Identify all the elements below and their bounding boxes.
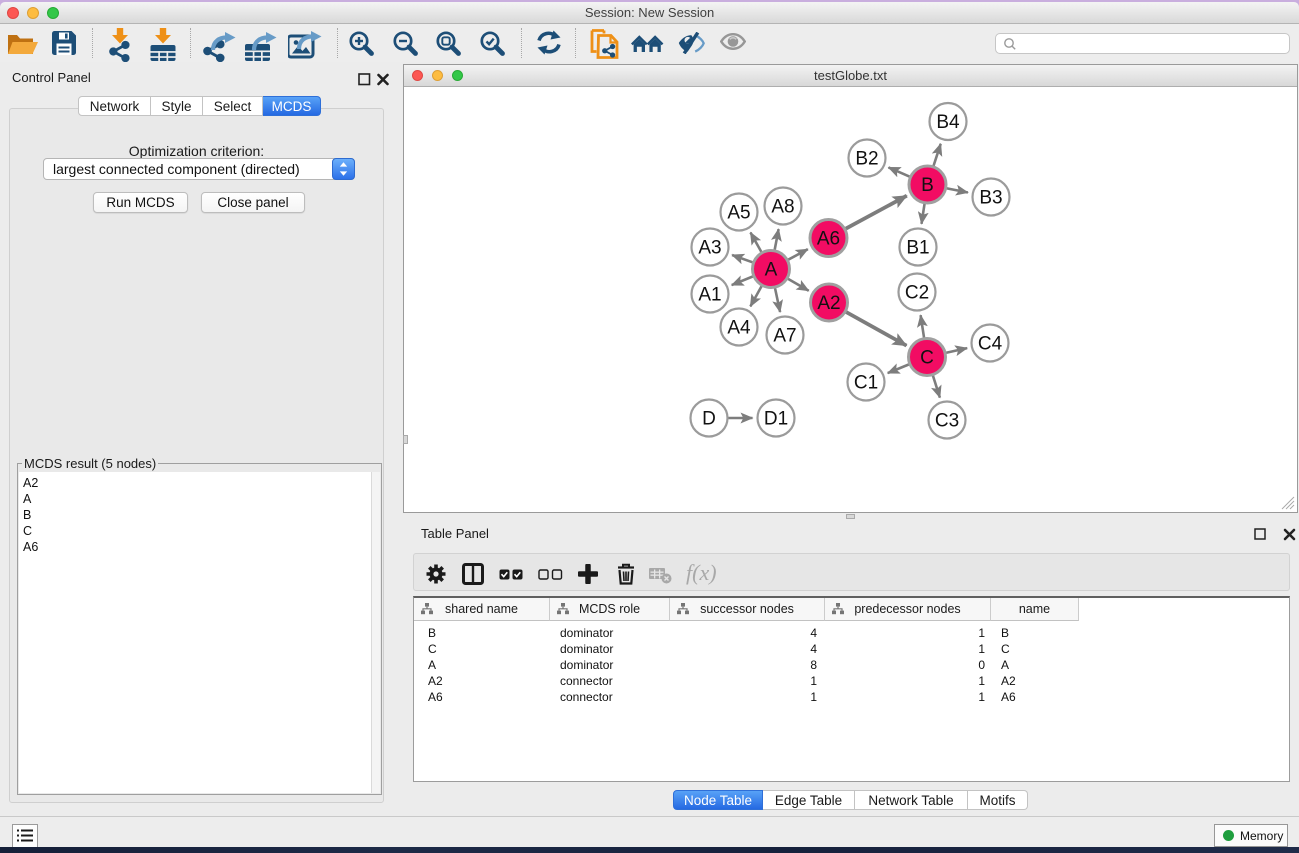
svg-text:A1: A1 [698, 285, 721, 306]
svg-text:B: B [921, 175, 934, 196]
svg-text:A5: A5 [727, 203, 750, 224]
svg-text:A4: A4 [727, 318, 751, 339]
svg-text:C: C [920, 348, 934, 369]
svg-text:B4: B4 [936, 112, 960, 133]
svg-text:A7: A7 [773, 326, 796, 347]
svg-text:D: D [702, 409, 716, 430]
svg-text:B3: B3 [979, 188, 1002, 209]
svg-text:A2: A2 [817, 293, 840, 314]
svg-text:A: A [765, 260, 778, 281]
svg-text:C4: C4 [978, 334, 1003, 355]
svg-text:C2: C2 [905, 283, 929, 304]
svg-text:D1: D1 [764, 409, 788, 430]
svg-text:A3: A3 [698, 238, 721, 259]
svg-text:B1: B1 [906, 238, 929, 259]
svg-text:C3: C3 [935, 411, 959, 432]
svg-text:A8: A8 [771, 197, 794, 218]
svg-text:C1: C1 [854, 373, 878, 394]
svg-text:A6: A6 [817, 229, 840, 250]
svg-text:B2: B2 [855, 149, 878, 170]
